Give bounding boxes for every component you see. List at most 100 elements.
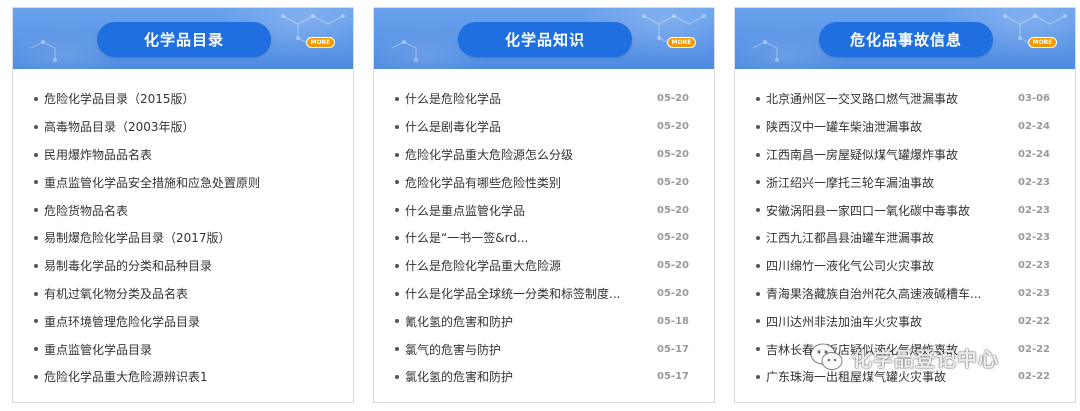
panel-chemical-knowledge: 化学品知识 MORE 什么是危险化学品 05-20 什么是剧毒化学品 05-20 危… xyxy=(373,7,715,403)
item-date: 05-20 xyxy=(657,121,689,133)
item-title[interactable]: 江西九江都昌县油罐车泄漏事故 xyxy=(766,229,1006,246)
list-item[interactable]: 重点监管化学品安全措施和应急处置原则 xyxy=(13,168,353,196)
list-item[interactable]: 四川达州非法加油车火灾事故 02-22 xyxy=(735,307,1075,335)
watermark-text: 化学品登记中心 xyxy=(852,346,999,371)
list-item[interactable]: 氯气的危害与防护 05-17 xyxy=(374,335,714,363)
list-item[interactable]: 危险货物品名表 xyxy=(13,196,353,224)
bullet-icon xyxy=(756,291,760,296)
list-item[interactable]: 北京通州区一交叉路口燃气泄漏事故 03-06 xyxy=(735,85,1075,113)
bullet-icon xyxy=(395,124,399,129)
item-date: 02-23 xyxy=(1018,204,1050,216)
item-date: 05-20 xyxy=(657,93,689,105)
item-title[interactable]: 有机过氧化物分类及品名表 xyxy=(44,285,284,302)
item-title[interactable]: 民用爆炸物品品名表 xyxy=(44,146,284,163)
item-title[interactable]: 什么是“一书一签&rd... xyxy=(405,229,645,246)
bullet-icon xyxy=(395,291,399,296)
bullet-icon xyxy=(756,152,760,157)
item-list: 危险化学品目录（2015版） 高毒物品目录（2003年版） 民用爆炸物品品名表 … xyxy=(13,69,353,391)
item-title[interactable]: 四川达州非法加油车火灾事故 xyxy=(766,313,1006,330)
list-item[interactable]: 青海果洛藏族自治州花久高速液碱槽车... 02-23 xyxy=(735,280,1075,308)
item-date: 03-06 xyxy=(1018,93,1050,105)
bullet-icon xyxy=(756,208,760,213)
item-date: 05-20 xyxy=(657,287,689,299)
bullet-icon xyxy=(756,347,760,352)
list-item[interactable]: 什么是重点监管化学品 05-20 xyxy=(374,196,714,224)
list-item[interactable]: 民用爆炸物品品名表 xyxy=(13,141,353,169)
item-title[interactable]: 氰化氢的危害和防护 xyxy=(405,313,645,330)
list-item[interactable]: 有机过氧化物分类及品名表 xyxy=(13,280,353,308)
item-title[interactable]: 重点监管化学品目录 xyxy=(44,341,284,358)
list-item[interactable]: 什么是剧毒化学品 05-20 xyxy=(374,113,714,141)
item-title[interactable]: 危险化学品目录（2015版） xyxy=(44,90,284,107)
item-title[interactable]: 浙江绍兴一摩托三轮车漏油事故 xyxy=(766,174,1006,191)
list-item[interactable]: 氰化氢的危害和防护 05-18 xyxy=(374,307,714,335)
panel-header: 化学品知识 MORE xyxy=(374,8,714,69)
item-title[interactable]: 什么是重点监管化学品 xyxy=(405,202,645,219)
item-date: 05-20 xyxy=(657,232,689,244)
item-title[interactable]: 重点环境管理危险化学品目录 xyxy=(44,313,284,330)
list-item[interactable]: 什么是危险化学品 05-20 xyxy=(374,85,714,113)
item-title[interactable]: 江西南昌一房屋疑似煤气罐爆炸事故 xyxy=(766,146,1006,163)
panel-title[interactable]: 化学品知识 xyxy=(458,22,632,57)
wechat-icon xyxy=(810,343,843,370)
list-item[interactable]: 易制爆危险化学品目录（2017版） xyxy=(13,224,353,252)
bullet-icon xyxy=(756,263,760,268)
item-title[interactable]: 氯气的危害与防护 xyxy=(405,341,645,358)
list-item[interactable]: 高毒物品目录（2003年版） xyxy=(13,113,353,141)
list-item[interactable]: 安徽涡阳县一家四口一氧化碳中毒事故 02-23 xyxy=(735,196,1075,224)
item-date: 05-20 xyxy=(657,148,689,160)
list-item[interactable]: 重点环境管理危险化学品目录 xyxy=(13,307,353,335)
list-item[interactable]: 氯化氢的危害和防护 05-17 xyxy=(374,363,714,391)
bullet-icon xyxy=(34,291,38,296)
list-item[interactable]: 重点监管化学品目录 xyxy=(13,335,353,363)
list-item[interactable]: 四川绵竹一液化气公司火灾事故 02-23 xyxy=(735,252,1075,280)
item-title[interactable]: 陕西汉中一罐车柴油泄漏事故 xyxy=(766,118,1006,135)
item-title[interactable]: 易制爆危险化学品目录（2017版） xyxy=(44,229,284,246)
bullet-icon xyxy=(756,319,760,324)
item-date: 05-17 xyxy=(657,371,689,383)
list-item[interactable]: 易制毒化学品的分类和品种目录 xyxy=(13,252,353,280)
item-date: 02-24 xyxy=(1018,121,1050,133)
panel-title[interactable]: 化学品目录 xyxy=(97,22,271,57)
item-title[interactable]: 重点监管化学品安全措施和应急处置原则 xyxy=(44,174,284,191)
list-item[interactable]: 江西九江都昌县油罐车泄漏事故 02-23 xyxy=(735,224,1075,252)
list-item[interactable]: 江西南昌一房屋疑似煤气罐爆炸事故 02-24 xyxy=(735,141,1075,169)
item-date: 02-23 xyxy=(1018,232,1050,244)
item-title[interactable]: 危险化学品重大危险源怎么分级 xyxy=(405,146,645,163)
item-title[interactable]: 安徽涡阳县一家四口一氧化碳中毒事故 xyxy=(766,202,1006,219)
list-item[interactable]: 浙江绍兴一摩托三轮车漏油事故 02-23 xyxy=(735,168,1075,196)
item-title[interactable]: 高毒物品目录（2003年版） xyxy=(44,118,284,135)
bullet-icon xyxy=(34,180,38,185)
more-button[interactable]: MORE xyxy=(1028,37,1057,48)
list-item[interactable]: 危险化学品有哪些危险性类别 05-20 xyxy=(374,168,714,196)
item-title[interactable]: 什么是危险化学品 xyxy=(405,90,645,107)
item-title[interactable]: 易制毒化学品的分类和品种目录 xyxy=(44,257,284,274)
list-item[interactable]: 陕西汉中一罐车柴油泄漏事故 02-24 xyxy=(735,113,1075,141)
item-title[interactable]: 北京通州区一交叉路口燃气泄漏事故 xyxy=(766,90,1006,107)
bullet-icon xyxy=(395,235,399,240)
list-item[interactable]: 什么是“一书一签&rd... 05-20 xyxy=(374,224,714,252)
list-item[interactable]: 危险化学品目录（2015版） xyxy=(13,85,353,113)
item-title[interactable]: 危险化学品重大危险源辨识表1 xyxy=(44,368,284,385)
bullet-icon xyxy=(395,208,399,213)
item-date: 02-22 xyxy=(1018,315,1050,327)
item-title[interactable]: 危险化学品有哪些危险性类别 xyxy=(405,174,645,191)
more-button[interactable]: MORE xyxy=(306,37,335,48)
list-item[interactable]: 危险化学品重大危险源辨识表1 xyxy=(13,363,353,391)
panel-title[interactable]: 危化品事故信息 xyxy=(819,22,993,57)
more-button[interactable]: MORE xyxy=(667,37,696,48)
bullet-icon xyxy=(756,180,760,185)
item-title[interactable]: 什么是危险化学品重大危险源 xyxy=(405,257,645,274)
item-date: 05-17 xyxy=(657,343,689,355)
item-title[interactable]: 什么是剧毒化学品 xyxy=(405,118,645,135)
item-title[interactable]: 什么是化学品全球统一分类和标签制度... xyxy=(405,285,645,302)
wechat-watermark: 化学品登记中心 xyxy=(810,340,999,374)
item-title[interactable]: 危险货物品名表 xyxy=(44,202,284,219)
list-item[interactable]: 什么是化学品全球统一分类和标签制度... 05-20 xyxy=(374,280,714,308)
list-item[interactable]: 危险化学品重大危险源怎么分级 05-20 xyxy=(374,141,714,169)
item-title[interactable]: 青海果洛藏族自治州花久高速液碱槽车... xyxy=(766,285,1006,302)
list-item[interactable]: 什么是危险化学品重大危险源 05-20 xyxy=(374,252,714,280)
item-title[interactable]: 四川绵竹一液化气公司火灾事故 xyxy=(766,257,1006,274)
item-date: 02-22 xyxy=(1018,371,1050,383)
item-title[interactable]: 氯化氢的危害和防护 xyxy=(405,368,645,385)
